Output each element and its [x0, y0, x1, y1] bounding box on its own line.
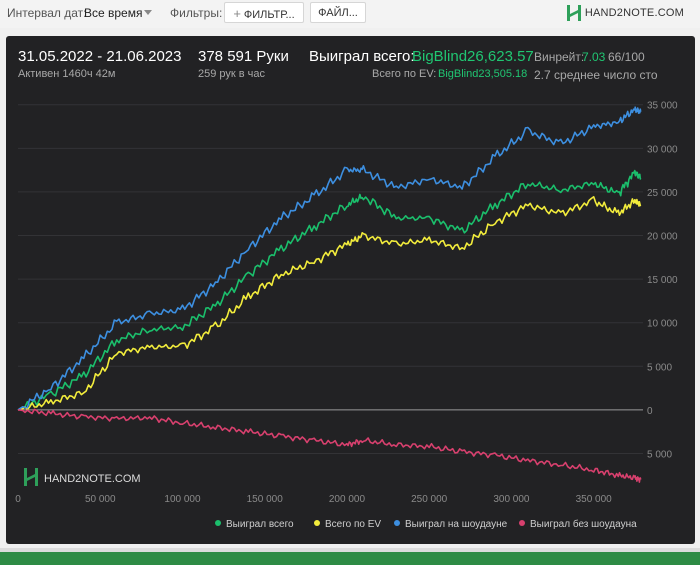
y-tick-label: 30 000 [647, 144, 678, 155]
watermark-text: HAND2NOTE.COM [44, 473, 141, 485]
plus-icon: + [233, 6, 241, 21]
x-tick-label: 250 000 [411, 494, 448, 505]
x-tick-label: 350 000 [576, 494, 613, 505]
watermark-logo-icon [24, 468, 27, 486]
legend-label: Выиграл всего [226, 519, 294, 530]
toolbar: Интервал дат: Все время Фильтры: + ФИЛЬТР… [0, 0, 700, 28]
legend-marker [314, 520, 320, 526]
x-tick-label: 150 000 [247, 494, 284, 505]
x-tick-label: 50 000 [85, 494, 116, 505]
y-tick-label: 25 000 [647, 188, 678, 199]
y-axis-ticks: 35 000 30 000 25 000 20 000 15 000 10 000 5 00… [647, 101, 678, 461]
hand2note-logo-icon [566, 5, 581, 21]
x-axis-ticks: 0 50 000 100 000 150 000 200 000 250 000 300 0… [15, 494, 612, 505]
legend-marker [519, 520, 525, 526]
legend-marker [215, 520, 221, 526]
brand-logo: HAND2NOTE.COM [566, 4, 684, 22]
date-interval-value: Все время [84, 6, 143, 20]
brand-text: HAND2NOTE.COM [584, 7, 684, 19]
y-tick-label: 5 000 [647, 362, 672, 373]
x-tick-label: 0 [15, 494, 21, 505]
winnings-chart: 35 000 30 000 25 000 20 000 15 000 10 000 5 00… [15, 101, 678, 530]
y-tick-label: 35 000 [647, 101, 678, 112]
y-tick-label: 5 000 [647, 449, 672, 460]
chart-grid [18, 104, 643, 454]
bottom-bar [0, 552, 700, 565]
y-tick-label: 15 000 [647, 275, 678, 286]
date-interval-select[interactable]: Все время [84, 0, 152, 24]
chart-watermark: HAND2NOTE.COM [24, 468, 141, 486]
legend-label: Всего по EV [325, 519, 381, 530]
chart-series [17, 106, 642, 483]
add-filter-button[interactable]: + ФИЛЬТР... [224, 2, 304, 23]
y-tick-label: 20 000 [647, 232, 678, 243]
series-line [17, 408, 642, 483]
series-line [17, 169, 642, 411]
filter-button-label: ФИЛЬТР... [243, 9, 295, 21]
watermark-logo-icon-right [35, 468, 38, 486]
series-line [17, 196, 642, 411]
y-tick-label: 10 000 [647, 319, 678, 330]
legend-marker [394, 520, 400, 526]
file-button-label: ФАЙЛ... [318, 7, 358, 19]
legend-label: Выиграл без шоудауна [530, 518, 637, 530]
series-line [17, 106, 642, 411]
x-tick-label: 300 000 [493, 494, 530, 505]
filters-label: Фильтры: [170, 6, 223, 20]
legend-label: Выиграл на шоудауне [405, 519, 508, 530]
stats-panel: 31.05.2022 - 21.06.2023 Активен 1460ч 42… [6, 36, 695, 544]
x-tick-label: 200 000 [329, 494, 366, 505]
date-interval-label: Интервал дат: [7, 6, 87, 20]
file-button[interactable]: ФАЙЛ... [310, 2, 366, 23]
x-tick-label: 100 000 [164, 494, 201, 505]
chevron-down-icon [144, 10, 152, 15]
watermark-logo-icon-bar [27, 474, 35, 481]
chart-legend: Выиграл всего Всего по EV Выиграл на шоуда… [215, 518, 637, 530]
y-tick-label: 0 [647, 406, 653, 417]
